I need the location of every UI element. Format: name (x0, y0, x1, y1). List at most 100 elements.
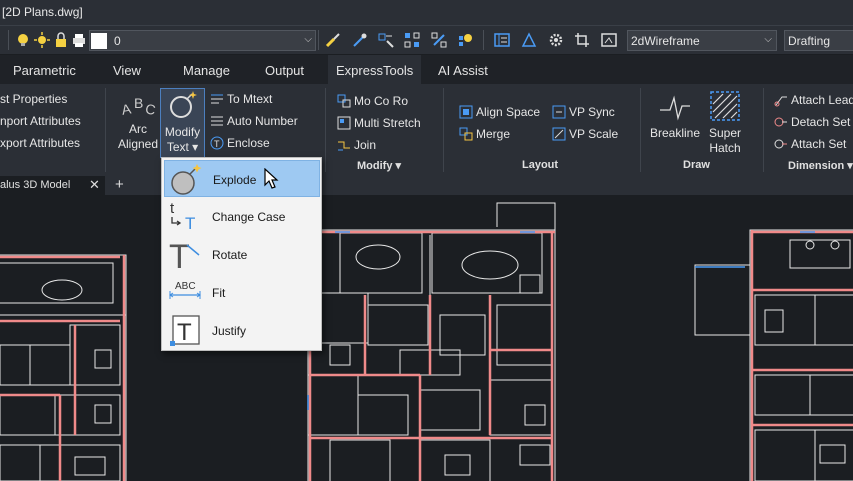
join-icon (336, 137, 352, 153)
crop-tool-icon[interactable] (573, 31, 591, 49)
new-tab-plus-icon[interactable]: + (115, 176, 124, 193)
window-title: [2D Plans.dwg] (2, 5, 83, 19)
modify-text-button[interactable]: Modify Text ▾ (160, 88, 205, 158)
layer-tools-icon[interactable] (457, 31, 475, 49)
quick-select-icon[interactable] (377, 31, 395, 49)
layer-on-icon[interactable] (14, 31, 32, 49)
align-space-button[interactable]: Align Space (458, 104, 540, 120)
rotate-text-icon: T (169, 238, 200, 271)
vp-sync-label: VP Sync (569, 105, 615, 119)
auto-number-button[interactable]: Auto Number (209, 113, 298, 129)
arc-aligned-label-1: Arc (129, 122, 147, 136)
fit-text-icon: ABC (169, 281, 201, 299)
layer-plot-icon[interactable] (70, 31, 88, 49)
attach-leader-icon (773, 92, 789, 108)
arc-aligned-button[interactable]: ABC Arc Aligned (113, 92, 163, 154)
super-hatch-label-2: Hatch (709, 141, 741, 155)
align-space-icon (458, 104, 474, 120)
merge-button[interactable]: Merge (458, 126, 510, 142)
svg-text:T: T (177, 319, 192, 346)
workspace-value: Drafting (788, 34, 831, 48)
to-mtext-label: To Mtext (227, 92, 273, 106)
detach-set-button[interactable]: Detach Set (773, 114, 850, 130)
merge-icon (458, 126, 474, 142)
layout-manager-icon[interactable] (520, 31, 538, 49)
toolbar-separator (318, 30, 319, 50)
super-hatch-label-1: Super (708, 126, 742, 140)
visual-style-dropdown[interactable]: 2dWireframe ⌵ (627, 30, 777, 51)
menu-item-label: Fit (212, 286, 226, 300)
super-hatch-icon (710, 91, 740, 121)
toolbar-separator (483, 30, 484, 50)
detach-set-icon (773, 114, 789, 130)
tab-output[interactable]: Output (265, 63, 304, 78)
visual-style-value: 2dWireframe (631, 34, 700, 48)
pick-tool-icon[interactable] (351, 31, 369, 49)
import-attributes-button[interactable]: nport Attributes (0, 114, 81, 128)
menu-item-change-case[interactable]: t T Change Case (164, 198, 320, 235)
layer-freeze-icon[interactable] (33, 31, 51, 49)
export-attributes-button[interactable]: xport Attributes (0, 136, 80, 150)
detach-set-label: Detach Set (791, 115, 851, 129)
auto-number-label: Auto Number (227, 114, 298, 128)
floor-plan-left (0, 254, 127, 481)
modify-text-dropdown-menu: Explode t T Change Case T Rotate ABC Fit… (161, 157, 322, 351)
join-button[interactable]: Join (336, 137, 376, 153)
to-mtext-button[interactable]: To Mtext (209, 91, 272, 107)
modify-text-label-2: Text ▾ (166, 140, 199, 154)
modify-panel-label[interactable]: Modify ▾ (357, 159, 401, 172)
breakline-icon (660, 95, 690, 121)
drawing-canvas[interactable] (0, 195, 853, 481)
draw-panel-label: Draw (683, 159, 710, 171)
multi-stretch-button[interactable]: Multi Stretch (336, 115, 421, 131)
layer-lock-icon[interactable] (52, 31, 70, 49)
layer-dropdown[interactable]: 0 ⌵ (89, 30, 316, 51)
match-properties-icon[interactable] (324, 31, 342, 49)
tab-view[interactable]: View (113, 63, 141, 78)
explode-text-icon (171, 164, 202, 195)
super-hatch-button[interactable]: Super Hatch (704, 90, 746, 156)
modify-text-label-1: Modify (164, 125, 201, 139)
copy-properties-button[interactable]: st Properties (0, 92, 67, 106)
properties-panel-icon[interactable] (493, 31, 511, 49)
tab-manage[interactable]: Manage (183, 63, 230, 78)
workspace-dropdown[interactable]: Drafting (784, 30, 853, 51)
breakline-button[interactable]: Breakline (648, 92, 702, 154)
image-tool-icon[interactable] (600, 31, 618, 49)
chevron-down-icon: ⌵ (304, 34, 312, 45)
attach-leader-button[interactable]: Attach Lead (773, 92, 853, 108)
join-label: Join (354, 138, 377, 152)
document-tab[interactable]: alus 3D Model ✕ (0, 176, 105, 195)
enclose-label: Enclose (227, 136, 270, 150)
dimension-panel-label[interactable]: Dimension ▾ (788, 159, 853, 172)
select-similar-icon[interactable] (403, 31, 421, 49)
menu-item-justify[interactable]: T Justify (164, 312, 320, 349)
copy-properties-label: st Properties (0, 92, 68, 106)
window-markers-right (695, 231, 815, 268)
export-attributes-label: xport Attributes (0, 136, 81, 150)
vp-scale-button[interactable]: VP Scale (551, 126, 618, 142)
multi-stretch-icon (336, 115, 352, 131)
attach-set-label: Attach Set (791, 137, 847, 151)
tab-ai-assist[interactable]: AI Assist (438, 63, 488, 78)
vp-sync-button[interactable]: VP Sync (551, 104, 615, 120)
svg-text:T: T (185, 214, 195, 233)
breakline-label: Breakline (649, 126, 701, 140)
enclose-button[interactable]: T Enclose (209, 135, 270, 151)
enclose-icon: T (209, 135, 225, 151)
svg-text:T: T (214, 139, 220, 149)
menu-item-fit[interactable]: ABC Fit (164, 274, 320, 311)
mo-co-ro-button[interactable]: Mo Co Ro (336, 93, 408, 109)
close-icon[interactable]: ✕ (89, 177, 100, 193)
mocoro-icon (336, 93, 352, 109)
menu-item-rotate[interactable]: T Rotate (164, 236, 320, 273)
tab-parametric[interactable]: Parametric (13, 63, 76, 78)
menu-item-label: Rotate (212, 248, 248, 262)
attach-set-button[interactable]: Attach Set (773, 136, 846, 152)
isolate-objects-icon[interactable] (430, 31, 448, 49)
tab-expresstools[interactable]: ExpressTools (328, 55, 422, 84)
settings-gear-icon[interactable] (547, 31, 565, 49)
svg-text:T: T (169, 238, 190, 271)
change-case-icon: t T (170, 200, 195, 233)
menu-item-explode[interactable]: Explode (164, 160, 320, 197)
